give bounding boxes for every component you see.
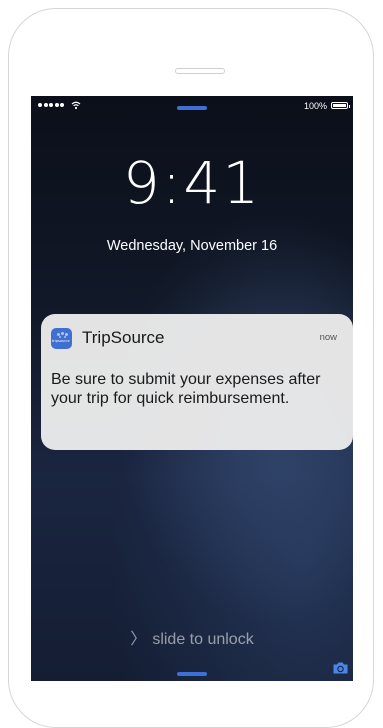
battery-icon xyxy=(331,102,350,109)
control-center-grabber[interactable] xyxy=(177,672,207,676)
notification-center-grabber[interactable] xyxy=(177,106,207,110)
wifi-icon xyxy=(71,101,81,110)
unlock-hint-label: slide to unlock xyxy=(152,631,254,648)
camera-icon[interactable] xyxy=(332,661,349,675)
lock-screen: 100% 9:41 Wednesday, November 16 tripsou… xyxy=(31,96,353,681)
signal-strength-icon xyxy=(38,103,64,107)
speaker-grille xyxy=(175,68,225,74)
app-icon-label: tripsource xyxy=(52,339,70,343)
battery-percentage: 100% xyxy=(303,101,327,111)
notification-message: Be sure to submit your expenses after yo… xyxy=(51,371,321,407)
tripsource-app-icon: tripsource xyxy=(51,328,72,349)
lock-screen-clock: 9:41 xyxy=(122,149,262,217)
status-bar: 100% xyxy=(31,96,353,118)
lock-screen-date: Wednesday, November 16 xyxy=(106,238,278,254)
notification-app-name: TripSource xyxy=(82,328,165,347)
chevron-right-icon: 〉 xyxy=(130,631,147,648)
slide-to-unlock[interactable]: 〉 slide to unlock xyxy=(31,625,353,649)
notification-timestamp: now xyxy=(319,332,337,343)
notification-card[interactable]: tripsource TripSource now Be sure to sub… xyxy=(41,314,353,450)
